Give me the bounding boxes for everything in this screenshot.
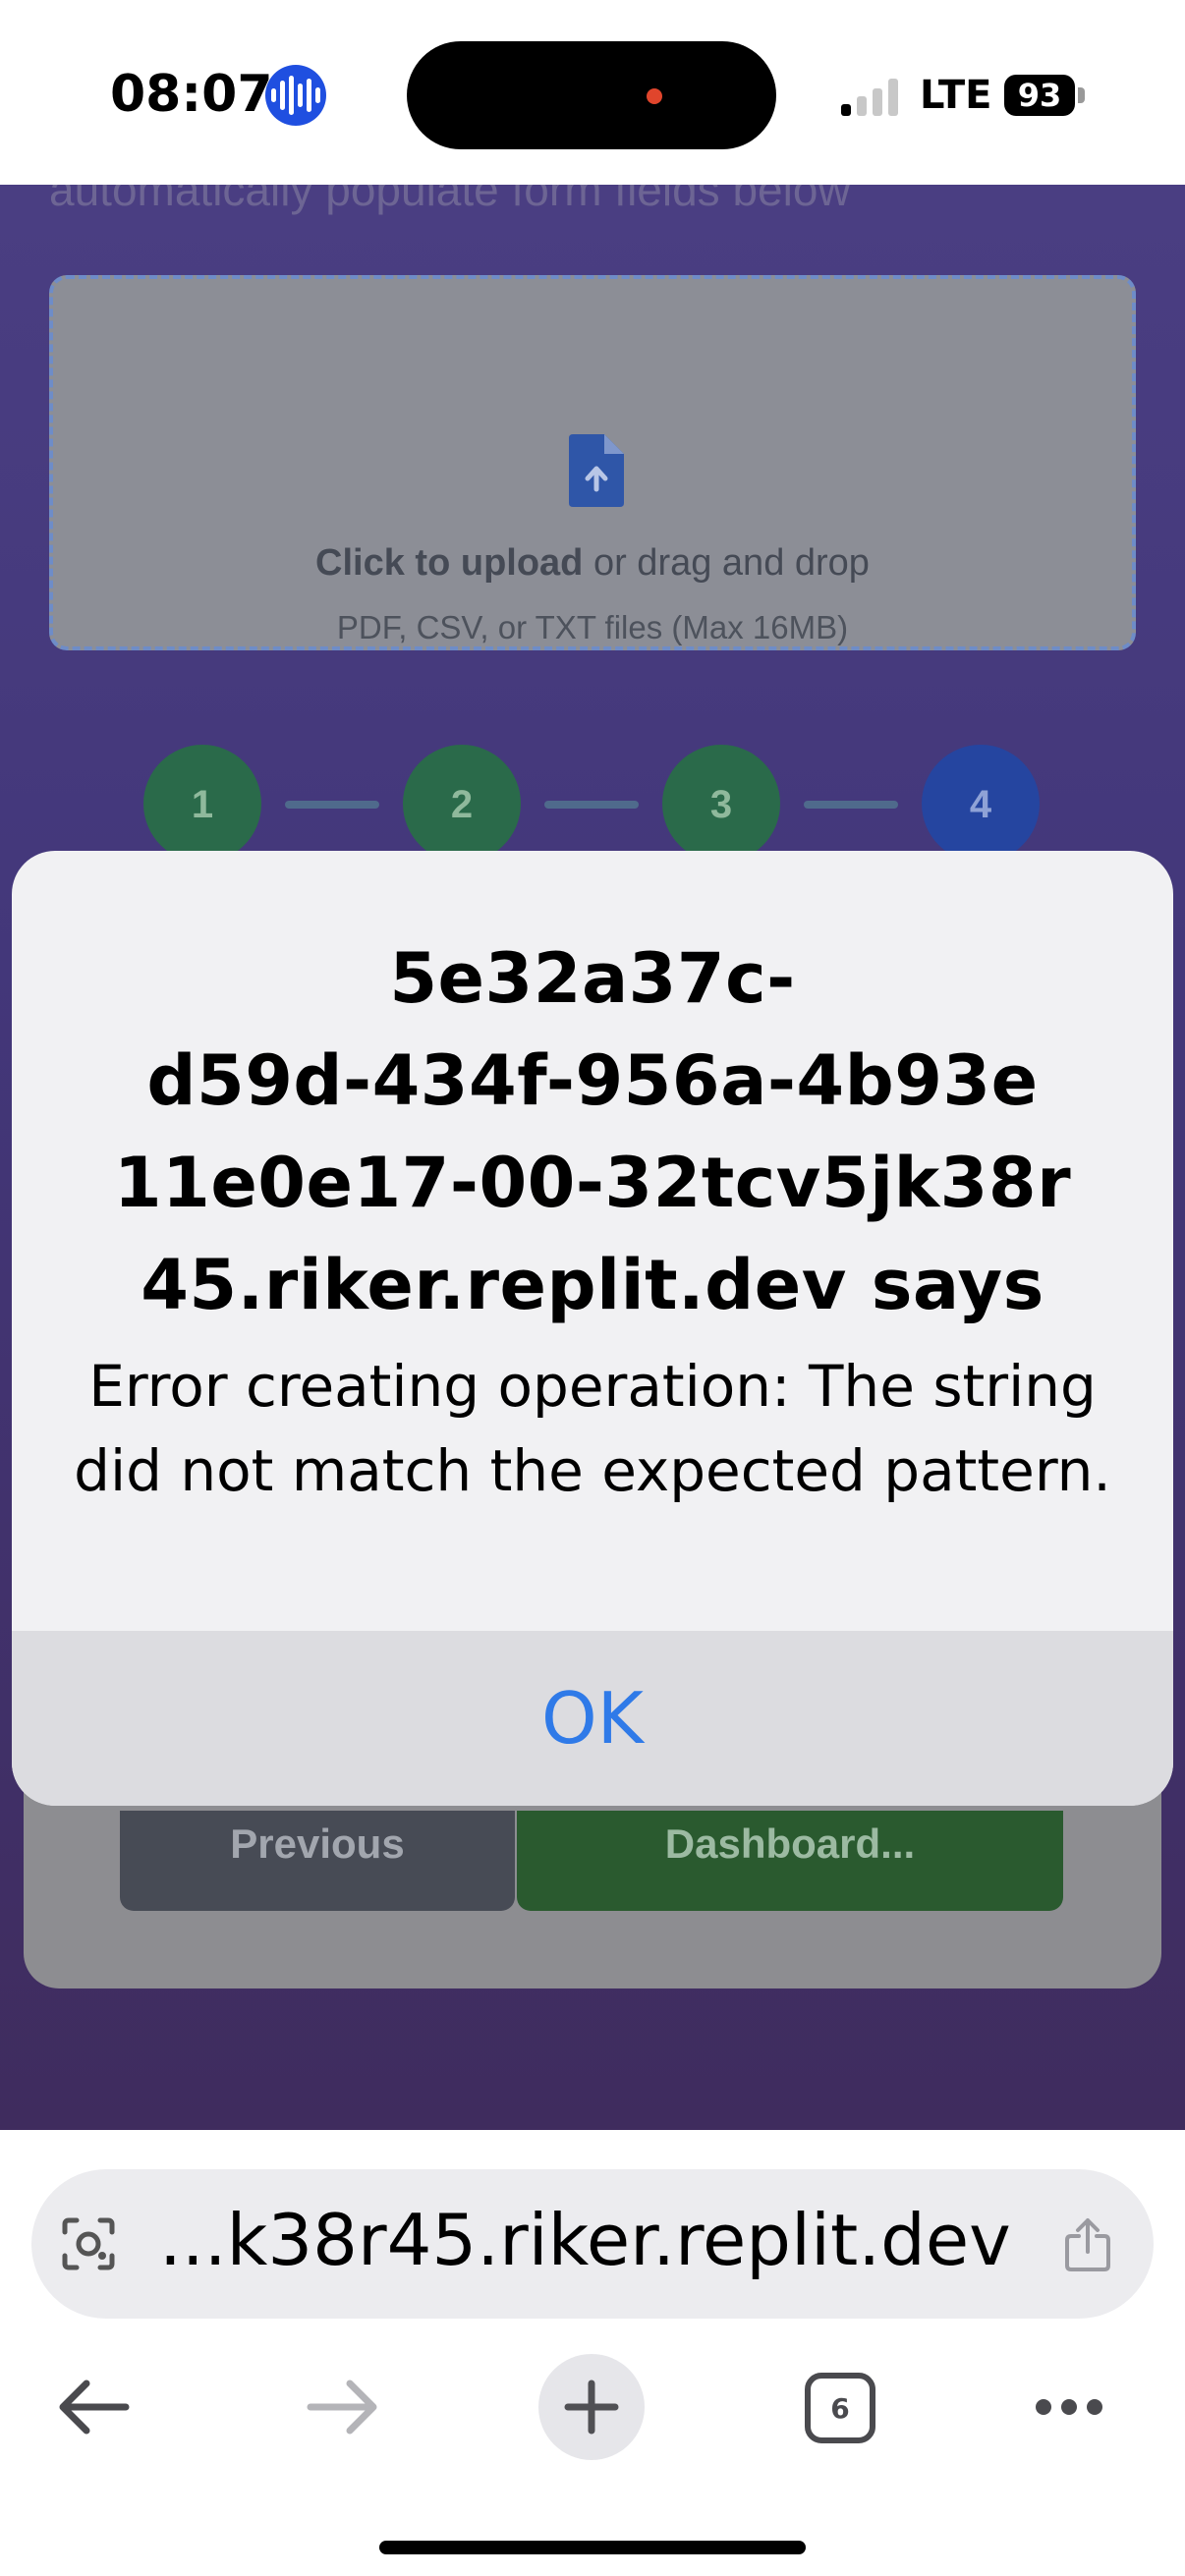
file-upload-dropzone[interactable]: Click to upload or drag and drop PDF, CS… bbox=[49, 275, 1136, 650]
previous-button[interactable]: Previous bbox=[120, 1811, 515, 1911]
upload-file-types: PDF, CSV, or TXT files (Max 16MB) bbox=[336, 609, 849, 645]
status-bar: 08:07 LTE 93 bbox=[0, 0, 1185, 185]
page-settings-icon[interactable] bbox=[61, 2216, 116, 2271]
upload-instruction-rest: or drag and drop bbox=[583, 542, 870, 584]
alert-title-line: 5e32a37c- bbox=[389, 938, 796, 1019]
upload-description: automatically populate form fields below bbox=[49, 185, 851, 215]
browser-toolbar: ...k38r45.riker.replit.dev 6 bbox=[0, 2130, 1185, 2576]
upload-instruction: Click to upload or drag and drop bbox=[53, 542, 1132, 585]
alert-title-line: d59d-434f-956a-4b93e bbox=[146, 1040, 1039, 1121]
step-3[interactable]: 3 bbox=[662, 745, 780, 863]
plus-icon[interactable] bbox=[538, 2354, 645, 2460]
network-type: LTE bbox=[920, 73, 992, 118]
more-icon[interactable] bbox=[1034, 2395, 1104, 2419]
forward-arrow-icon[interactable] bbox=[307, 2380, 379, 2435]
tab-count: 6 bbox=[830, 2391, 850, 2425]
dashboard-button[interactable]: Dashboard... bbox=[517, 1811, 1063, 1911]
voice-memo-icon bbox=[265, 65, 326, 126]
upload-link[interactable]: Click to upload bbox=[315, 542, 583, 584]
address-bar[interactable]: ...k38r45.riker.replit.dev bbox=[31, 2169, 1154, 2319]
battery-icon bbox=[1078, 87, 1085, 103]
dynamic-island bbox=[407, 41, 776, 149]
alert-dialog: 5e32a37c- d59d-434f-956a-4b93e 11e0e17-0… bbox=[12, 851, 1173, 1806]
step-4[interactable]: 4 bbox=[922, 745, 1040, 863]
alert-title-line: 11e0e17-00-32tcv5jk38r bbox=[113, 1143, 1072, 1223]
tabs-icon[interactable]: 6 bbox=[804, 2372, 876, 2444]
step-connector bbox=[804, 801, 898, 809]
step-2[interactable]: 2 bbox=[403, 745, 521, 863]
recording-dot-icon bbox=[647, 88, 662, 104]
status-time: 08:07 bbox=[110, 65, 273, 124]
file-upload-icon bbox=[569, 434, 624, 507]
step-connector bbox=[544, 801, 639, 809]
home-indicator[interactable] bbox=[379, 2541, 806, 2554]
alert-message: Error creating operation: The string did… bbox=[74, 1353, 1111, 1504]
alert-title: 5e32a37c- d59d-434f-956a-4b93e 11e0e17-0… bbox=[12, 927, 1173, 1336]
step-connector bbox=[285, 801, 379, 809]
share-icon[interactable] bbox=[1061, 2216, 1114, 2273]
step-1[interactable]: 1 bbox=[143, 745, 261, 863]
signal-icon bbox=[841, 79, 904, 116]
back-arrow-icon[interactable] bbox=[57, 2380, 130, 2435]
ok-button[interactable]: OK bbox=[12, 1631, 1173, 1806]
alert-title-line: 45.riker.replit.dev says bbox=[141, 1245, 1044, 1325]
url-text[interactable]: ...k38r45.riker.replit.dev bbox=[159, 2199, 1073, 2281]
battery-level: 93 bbox=[1004, 75, 1075, 116]
